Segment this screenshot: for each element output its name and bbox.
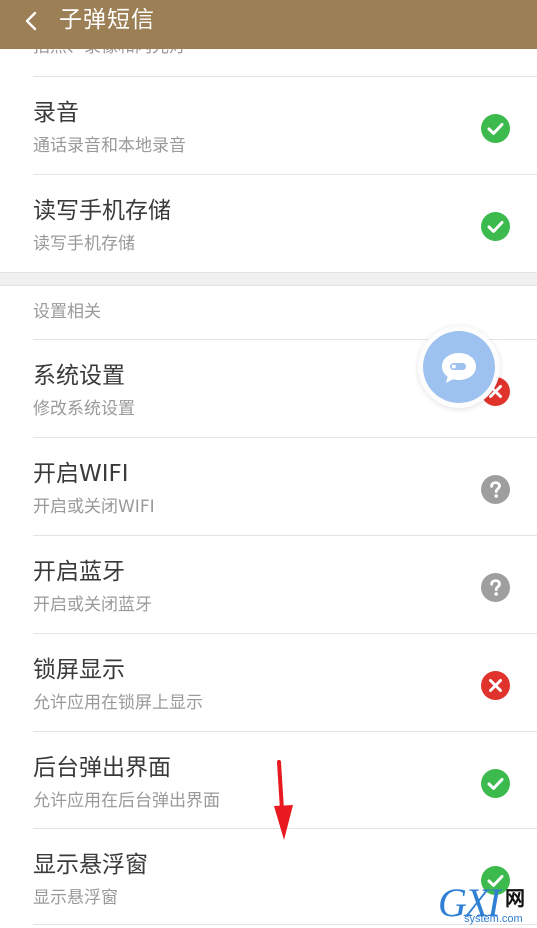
- permission-title: 显示悬浮窗: [33, 852, 148, 878]
- chat-bubble-icon: [442, 353, 476, 383]
- permission-item-record-audio[interactable]: 录音 通话录音和本地录音: [0, 77, 537, 175]
- floating-chat-button[interactable]: [418, 326, 500, 408]
- permission-title: 系统设置: [33, 363, 125, 389]
- permission-title: 锁屏显示: [33, 657, 125, 683]
- site-watermark: GXI 网 system.com: [438, 882, 537, 928]
- permission-item-bluetooth[interactable]: 开启蓝牙 开启或关闭蓝牙: [0, 536, 537, 634]
- permission-item-lock-screen[interactable]: 锁屏显示 允许应用在锁屏上显示: [0, 634, 537, 732]
- permission-item-wifi[interactable]: 开启WIFI 开启或关闭WIFI: [0, 438, 537, 536]
- permission-subtitle: 显示悬浮窗: [33, 888, 118, 908]
- permission-subtitle: 修改系统设置: [33, 399, 135, 419]
- check-icon: [481, 114, 510, 143]
- permission-item-storage[interactable]: 读写手机存储 读写手机存储: [0, 175, 537, 273]
- permission-subtitle: 开启或关闭蓝牙: [33, 595, 152, 615]
- watermark-net: 网: [505, 886, 525, 910]
- section-header: 设置相关: [33, 302, 101, 322]
- permission-subtitle: 开启或关闭WIFI: [33, 497, 155, 517]
- red-arrow-annotation: [274, 760, 293, 840]
- permission-subtitle: 允许应用在锁屏上显示: [33, 693, 203, 713]
- permission-title: 开启蓝牙: [33, 559, 125, 585]
- cross-icon: [481, 671, 510, 700]
- permission-title: 后台弹出界面: [33, 755, 171, 781]
- app-header: 子弹短信: [0, 0, 537, 49]
- floating-button-inner: [423, 331, 495, 403]
- page-title: 子弹短信: [59, 7, 155, 33]
- permission-title: 开启WIFI: [33, 461, 129, 487]
- permission-title: 读写手机存储: [33, 198, 171, 224]
- permission-subtitle: 允许应用在后台弹出界面: [33, 791, 220, 811]
- back-button[interactable]: [14, 6, 48, 36]
- question-icon: [481, 475, 510, 504]
- check-icon: [481, 212, 510, 241]
- check-icon: [481, 769, 510, 798]
- section-separator: [0, 272, 537, 286]
- permission-title: 录音: [33, 100, 79, 126]
- permission-subtitle: 读写手机存储: [33, 234, 135, 254]
- permission-subtitle: 通话录音和本地录音: [33, 136, 186, 156]
- chevron-left-icon: [25, 11, 37, 31]
- watermark-domain: system.com: [464, 913, 523, 925]
- question-icon: [481, 573, 510, 602]
